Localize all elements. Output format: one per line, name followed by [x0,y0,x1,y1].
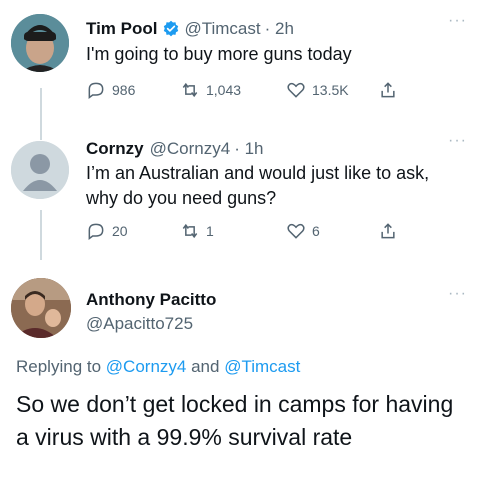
heart-icon [287,82,305,98]
timestamp[interactable]: · 2h [265,19,294,39]
retweet-count: 1,043 [206,82,242,98]
handle[interactable]: @Cornzy4 [150,139,231,159]
avatar[interactable] [11,14,69,72]
share-button[interactable] [378,221,398,241]
display-name[interactable]: Cornzy [86,139,144,159]
reply-icon [88,223,104,240]
avatar-photo-icon [11,14,69,72]
share-button[interactable] [378,80,398,100]
replying-and-label: and [191,357,220,376]
avatar-photo-icon [11,278,71,338]
replying-to-label: Replying to [16,357,102,376]
share-icon [381,82,395,98]
like-button[interactable]: 13.5K [286,80,378,100]
reply-icon [88,82,104,99]
avatar[interactable] [11,141,69,199]
retweet-button[interactable]: 1,043 [180,80,286,100]
display-name[interactable]: Tim Pool [86,19,157,39]
like-count: 6 [312,223,320,239]
like-count: 13.5K [312,82,349,98]
reply-button[interactable]: 20 [86,221,180,241]
handle[interactable]: @Apacitto725 [86,314,193,334]
share-icon [381,223,395,239]
verified-badge-icon [164,20,179,37]
reply-count: 986 [112,82,136,98]
default-avatar-icon [11,141,69,199]
reply-count: 20 [112,223,128,239]
display-name[interactable]: Anthony Pacitto [86,290,216,310]
like-button[interactable]: 6 [286,221,378,241]
heart-icon [287,223,305,239]
retweet-count: 1 [206,223,214,239]
replying-to-context: Replying to @Cornzy4 and @Timcast [16,357,300,377]
more-options-icon[interactable]: ··· [448,12,467,30]
tweet-text: I’m an Australian and would just like to… [86,163,430,208]
avatar[interactable] [11,278,71,338]
reply-button[interactable]: 986 [86,80,180,100]
thread-line-2 [40,210,42,260]
tweet-text: So we don’t get locked in camps for havi… [16,391,454,450]
tweet-text: I'm going to buy more guns today [86,44,352,64]
mention-link[interactable]: @Cornzy4 [106,357,187,376]
retweet-icon [182,223,198,239]
retweet-icon [182,82,198,98]
timestamp[interactable]: · 1h [234,139,263,159]
mention-link[interactable]: @Timcast [224,357,300,376]
more-options-icon[interactable]: ··· [448,132,467,150]
handle[interactable]: @Timcast [184,19,260,39]
thread-line-1 [40,88,42,140]
more-options-icon[interactable]: ··· [448,285,467,303]
retweet-button[interactable]: 1 [180,221,286,241]
